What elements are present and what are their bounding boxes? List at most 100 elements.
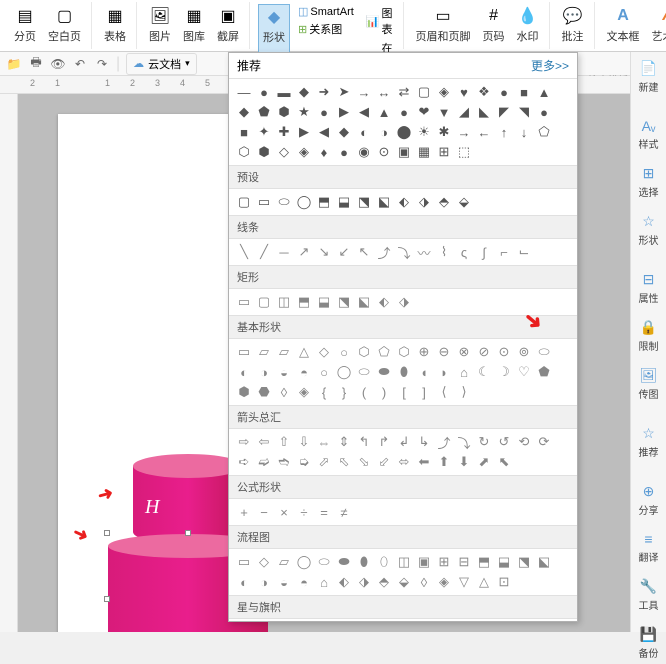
shape-option[interactable]: ⬚ — [455, 143, 473, 161]
shape-option[interactable]: ) — [375, 383, 393, 401]
shape-option[interactable]: ➭ — [295, 453, 313, 471]
shape-option[interactable]: ⬤ — [395, 123, 413, 141]
shape-option[interactable]: ⬢ — [255, 143, 273, 161]
watermark-button[interactable]: 💧 水印 — [513, 4, 543, 46]
shape-option[interactable]: ◫ — [275, 293, 293, 311]
shape-option[interactable]: ⬯ — [375, 553, 393, 571]
shape-option[interactable]: ● — [535, 103, 553, 121]
shape-option[interactable]: ⬡ — [235, 143, 253, 161]
print-icon[interactable]: 🖶 — [28, 56, 44, 72]
shape-option[interactable]: ♥ — [455, 83, 473, 101]
shape-option[interactable]: ⬬ — [335, 553, 353, 571]
shape-option[interactable]: ▶ — [335, 103, 353, 121]
shape-option[interactable]: ▣ — [415, 553, 433, 571]
shape-option[interactable]: ◥ — [515, 103, 533, 121]
gallery-button[interactable]: ▦ 图库 — [179, 4, 209, 46]
shape-option[interactable]: ╲ — [235, 243, 253, 261]
shape-option[interactable]: ↻ — [475, 433, 493, 451]
sidebar-item-推荐[interactable]: ☆推荐 — [631, 421, 666, 463]
shape-option[interactable]: ⬘ — [435, 193, 453, 211]
shape-option[interactable]: ⟨ — [435, 383, 453, 401]
shape-option[interactable]: ▭ — [255, 193, 273, 211]
shape-option[interactable]: ⤵ — [455, 433, 473, 451]
sidebar-item-分享[interactable]: ⊕分享 — [631, 479, 666, 521]
shape-option[interactable]: ◓ — [295, 363, 313, 381]
shape-option[interactable]: ▣ — [395, 143, 413, 161]
shape-option[interactable]: ⌐ — [495, 243, 513, 261]
shape-option[interactable]: ● — [395, 103, 413, 121]
shape-option[interactable]: ↳ — [415, 433, 433, 451]
shape-option[interactable]: ◯ — [295, 553, 313, 571]
shape-option[interactable]: ⇄ — [395, 83, 413, 101]
shape-option[interactable]: ● — [255, 83, 273, 101]
shape-option[interactable]: ⬄ — [395, 453, 413, 471]
shape-option[interactable]: ⬬ — [375, 363, 393, 381]
shape-option[interactable]: ▲ — [535, 83, 553, 101]
shape-option[interactable]: ⇦ — [255, 433, 273, 451]
shape-option[interactable]: ⇔ — [315, 433, 333, 451]
shape-option[interactable]: ⬟ — [535, 363, 553, 381]
shape-option[interactable]: ➫ — [255, 453, 273, 471]
shape-option[interactable]: ▢ — [235, 193, 253, 211]
shape-option[interactable]: ◫ — [395, 553, 413, 571]
shape-option[interactable]: ( — [355, 383, 373, 401]
cloud-doc-button[interactable]: ☁ 云文档 ▾ — [126, 53, 197, 75]
shape-option[interactable]: △ — [475, 573, 493, 591]
shape-option[interactable]: ⬟ — [255, 103, 273, 121]
shape-option[interactable]: ⬖ — [395, 193, 413, 211]
resize-handle[interactable] — [104, 530, 110, 536]
shape-option[interactable]: ✦ — [255, 123, 273, 141]
shape-option[interactable]: ◒ — [275, 573, 293, 591]
shape-option[interactable]: ⬉ — [495, 453, 513, 471]
shape-option[interactable]: ↰ — [355, 433, 373, 451]
shape-option[interactable]: ◇ — [275, 143, 293, 161]
sidebar-item-样式[interactable]: Aᵥ样式 — [631, 114, 666, 155]
shape-option[interactable]: ↗ — [295, 243, 313, 261]
sidebar-item-形状[interactable]: ☆形状 — [631, 209, 666, 251]
shape-option[interactable]: − — [255, 503, 273, 521]
shape-option[interactable]: ⬠ — [375, 343, 393, 361]
shape-option[interactable]: ★ — [295, 103, 313, 121]
shape-option[interactable]: ⬙ — [395, 573, 413, 591]
shape-option[interactable]: ⬓ — [495, 553, 513, 571]
shape-option[interactable]: 〰 — [415, 243, 433, 261]
shape-option[interactable]: ◑ — [375, 123, 393, 141]
shape-option[interactable]: △ — [295, 343, 313, 361]
shape-option[interactable]: ⬂ — [355, 453, 373, 471]
shape-option[interactable]: ↓ — [515, 123, 533, 141]
shape-option[interactable]: ⬢ — [235, 383, 253, 401]
shape-option[interactable]: ◇ — [255, 553, 273, 571]
sidebar-item-备份[interactable]: 💾备份 — [631, 622, 666, 664]
textbox-button[interactable]: A 文本框 — [603, 4, 644, 46]
page-break-button[interactable]: ▤ 分页 — [10, 4, 40, 46]
shape-option[interactable]: ⊚ — [515, 343, 533, 361]
shape-option[interactable]: ─ — [275, 243, 293, 261]
shape-option[interactable]: ↘ — [315, 243, 333, 261]
shape-option[interactable]: ♡ — [515, 363, 533, 381]
shape-option[interactable]: ✚ — [275, 123, 293, 141]
shape-option[interactable]: ✱ — [435, 123, 453, 141]
shape-option[interactable]: ⬗ — [355, 573, 373, 591]
shape-option[interactable]: ⊟ — [455, 553, 473, 571]
shape-option[interactable]: — — [235, 83, 253, 101]
shape-option[interactable]: ⬙ — [455, 193, 473, 211]
sidebar-item-属性[interactable]: ⊟属性 — [631, 267, 666, 309]
shape-option[interactable]: ⬓ — [335, 193, 353, 211]
shape-option[interactable]: ⇨ — [235, 433, 253, 451]
shape-option[interactable]: ▱ — [275, 553, 293, 571]
shape-option[interactable]: ○ — [335, 343, 353, 361]
undo-icon[interactable]: ↶ — [72, 56, 88, 72]
shape-option[interactable]: ≠ — [335, 503, 353, 521]
shape-option[interactable]: ♦ — [315, 143, 333, 161]
shape-option[interactable]: ◉ — [355, 143, 373, 161]
shape-option[interactable]: ⊞ — [435, 143, 453, 161]
picture-button[interactable]: 🖼 图片 — [145, 4, 175, 46]
shape-option[interactable]: ⊘ — [475, 343, 493, 361]
shape-option[interactable]: ☀ — [415, 123, 433, 141]
shape-option[interactable]: ⟳ — [535, 433, 553, 451]
shape-option[interactable]: ⬘ — [375, 573, 393, 591]
shape-option[interactable]: ÷ — [295, 503, 313, 521]
preview-icon[interactable]: 👁 — [50, 56, 66, 72]
shape-option[interactable]: ▭ — [235, 343, 253, 361]
file-icon[interactable]: 📁 — [6, 56, 22, 72]
